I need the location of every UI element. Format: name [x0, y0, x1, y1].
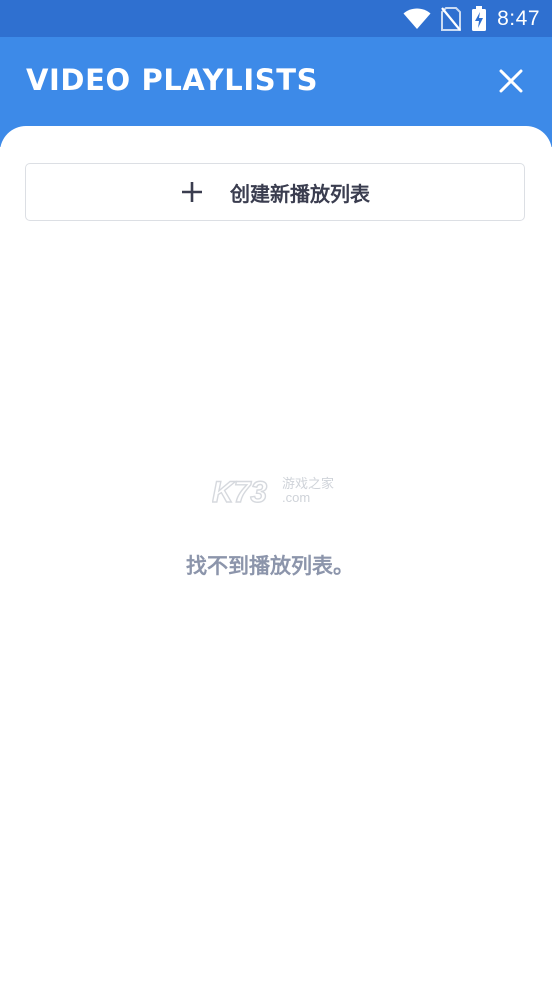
page-title: VIDEO PLAYLISTS — [26, 63, 319, 97]
status-bar: 8:47 — [0, 0, 552, 37]
close-icon — [499, 69, 523, 93]
close-button[interactable] — [496, 66, 526, 96]
status-icons: 8:47 — [403, 0, 540, 37]
no-sim-icon — [441, 6, 462, 31]
watermark-logo: K73 游戏之家 .com — [212, 475, 334, 508]
playlists-sheet: 创建新播放列表 K73 游戏之家 .com 找不到播放列表。 — [0, 126, 552, 983]
empty-state-message: 找不到播放列表。 — [186, 554, 354, 578]
status-time: 8:47 — [497, 6, 540, 30]
create-playlist-label: 创建新播放列表 — [230, 181, 370, 206]
wifi-icon — [403, 8, 431, 30]
watermark-domain: .com — [282, 490, 310, 505]
create-playlist-button[interactable]: 创建新播放列表 — [25, 163, 525, 221]
watermark-subtitle: 游戏之家 — [282, 476, 334, 491]
plus-icon — [182, 182, 202, 202]
watermark-logo-text: K73 — [212, 476, 267, 508]
battery-charging-icon — [471, 5, 487, 32]
